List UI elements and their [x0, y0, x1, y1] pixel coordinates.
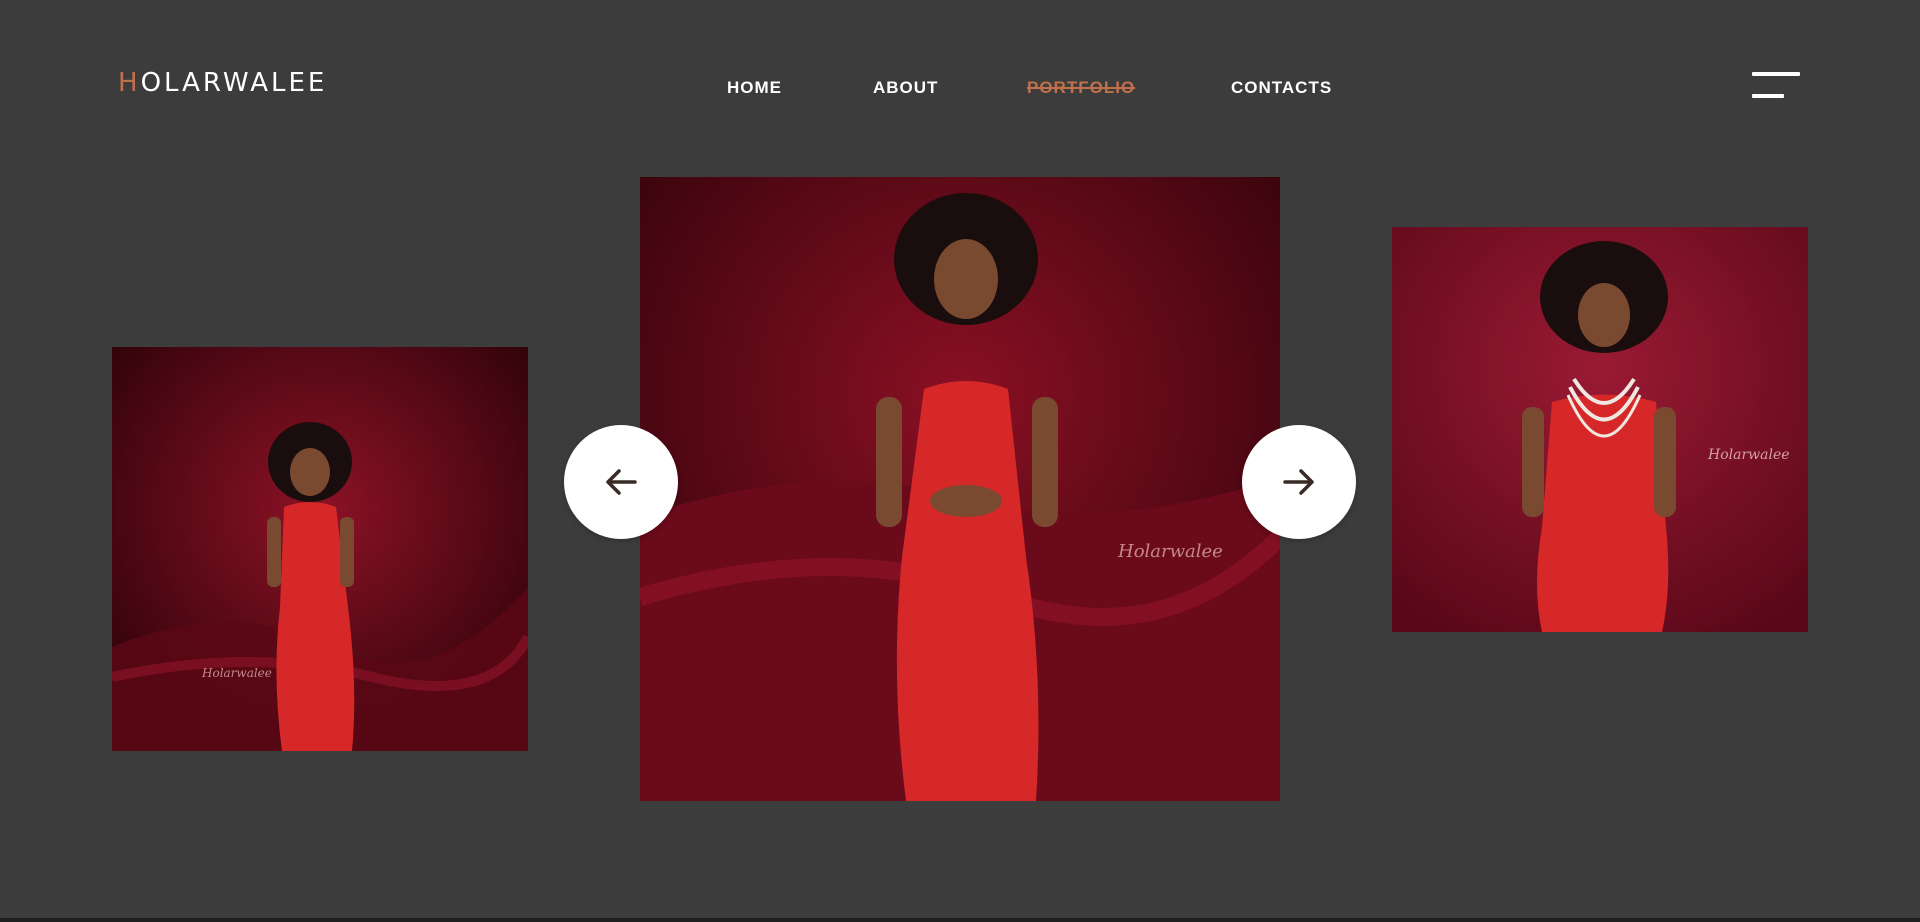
portrait-photo: Holarwalee — [112, 347, 528, 751]
carousel-slide-prev[interactable]: Holarwalee — [112, 347, 528, 751]
page-bottom-border — [0, 918, 1920, 922]
portrait-photo: Holarwalee — [640, 177, 1280, 801]
logo-initial: H — [118, 68, 141, 98]
nav-about[interactable]: ABOUT — [873, 78, 938, 98]
carousel-next-button[interactable] — [1242, 425, 1356, 539]
arrow-right-icon — [1283, 469, 1314, 495]
nav-portfolio[interactable]: PORTFOLIO — [1027, 78, 1135, 98]
nav-contacts[interactable]: CONTACTS — [1231, 78, 1332, 98]
logo-text: OLARWALEE — [140, 68, 328, 98]
site-header: HOLARWALEE HOME ABOUT PORTFOLIO CONTACTS — [0, 0, 1920, 130]
carousel-slide-current[interactable]: Holarwalee — [640, 177, 1280, 801]
menu-line-bottom — [1752, 94, 1784, 98]
hamburger-menu-icon[interactable] — [1752, 72, 1800, 102]
photo-watermark: Holarwalee — [201, 666, 272, 680]
carousel-prev-button[interactable] — [564, 425, 678, 539]
arrow-left-icon — [606, 469, 637, 495]
photo-watermark: Holarwalee — [1117, 541, 1223, 562]
portrait-photo: Holarwalee — [1392, 227, 1808, 632]
brand-logo[interactable]: HOLARWALEE — [118, 70, 327, 96]
nav-home[interactable]: HOME — [727, 78, 782, 98]
photo-watermark: Holarwalee — [1707, 447, 1790, 463]
menu-line-top — [1752, 72, 1800, 76]
carousel-slide-next[interactable]: Holarwalee — [1392, 227, 1808, 632]
